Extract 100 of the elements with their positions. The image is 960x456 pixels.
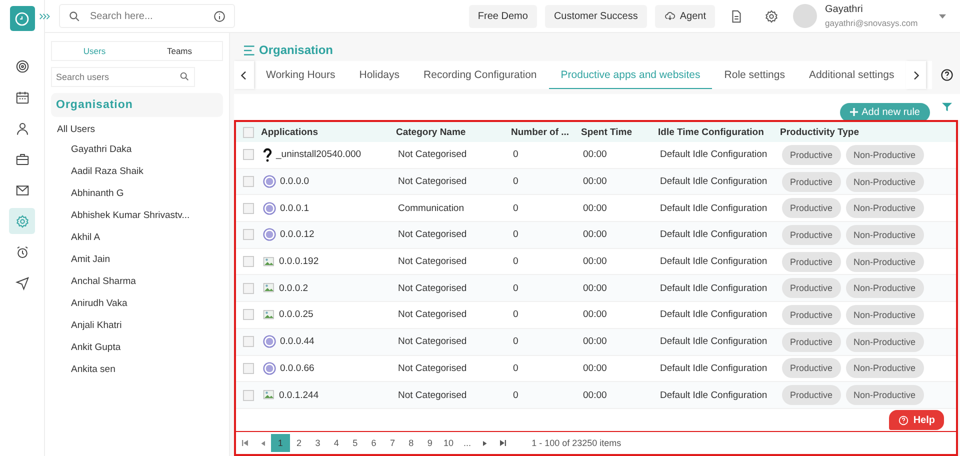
menu-icon[interactable] [244,44,256,56]
table-cell: 0.0.0.25 [279,309,314,320]
user-item[interactable]: Ankita sen [51,359,223,381]
tab[interactable]: Recording Configuration [412,61,549,89]
productivity-button[interactable]: Productive [782,358,841,378]
caret-icon[interactable] [939,14,946,18]
column-header[interactable]: Spent Time [581,126,658,138]
user-item[interactable]: Aadil Raza Shaik [51,161,223,183]
header-button[interactable]: Free Demo [468,4,537,28]
checkbox[interactable] [243,336,254,348]
chevron-right-icon [913,70,920,80]
productivity-button[interactable]: Non-Productive [846,332,924,352]
column-header[interactable]: Applications [261,126,396,138]
table-cell-text: 00:00 [583,309,608,320]
productivity-button[interactable]: Non-Productive [846,304,924,325]
productivity-button[interactable]: Productive [782,385,841,406]
checkbox[interactable] [243,390,254,401]
page-button[interactable]: 6 [364,434,384,452]
productivity-button[interactable]: Productive [782,278,841,298]
settings-icon[interactable] [764,8,779,24]
column-header[interactable]: Category Name [396,126,511,138]
user-item[interactable]: Akhil A [51,227,223,249]
checkbox[interactable] [243,362,254,374]
first-page-icon[interactable] [242,440,248,446]
productivity-button[interactable]: Productive [782,172,841,192]
column-header[interactable]: Productivity Type [780,126,956,138]
tab[interactable]: Holidays [347,61,412,89]
table-cell-text: 00:00 [583,336,608,348]
checkbox[interactable] [243,149,254,160]
productivity-button[interactable]: Productive [782,252,841,272]
group-item[interactable]: All Users [51,117,223,139]
tab[interactable]: Role settings [712,61,797,89]
productivity-button[interactable]: Non-Productive [846,358,924,378]
productivity-button[interactable]: Productive [782,144,841,165]
table-cell-text: 00:00 [583,149,608,160]
column-header[interactable]: Number of ... [511,126,581,138]
page-title: Organisation [259,43,334,57]
search-field[interactable]: Search here... [59,4,235,28]
productivity-button[interactable]: Productive [782,332,841,352]
table-cell-text: Not Categorised [398,390,468,401]
productivity-button[interactable]: Non-Productive [846,144,924,165]
user-item[interactable]: Anirudh Vaka [51,293,223,315]
table-cell-text: Not Categorised [398,336,468,348]
search-field[interactable]: Search users [51,67,195,87]
tab[interactable]: Additional settings [796,61,906,89]
page-button[interactable]: 5 [346,434,364,452]
table-cell-text: 00:00 [583,282,608,294]
page-button[interactable]: 9 [420,434,440,452]
checkbox[interactable] [243,282,254,294]
column-header[interactable]: Idle Time Configuration [658,126,780,138]
page-button[interactable]: ... [458,434,477,452]
productivity-button[interactable]: Non-Productive [846,278,924,298]
productivity-button[interactable]: Non-Productive [846,198,924,218]
productivity-button[interactable]: Productive [782,304,841,325]
user-item[interactable]: Ankit Gupta [51,337,223,359]
user-name: Gayathri [825,4,864,15]
help-button[interactable]: Help [889,410,944,430]
expand-icon[interactable] [39,12,51,20]
search-icon [68,10,81,23]
productivity-button[interactable]: Non-Productive [846,172,924,192]
table-cell-text: 0 [513,149,520,160]
scroll-left-button[interactable] [234,61,254,89]
page-button[interactable]: 8 [402,434,420,452]
tab[interactable]: Working Hours [254,61,348,89]
productivity-button[interactable]: Productive [782,224,841,245]
filter-icon[interactable] [942,102,952,112]
last-page-icon[interactable] [500,440,506,446]
checkbox[interactable] [243,202,254,214]
checkbox[interactable] [243,176,254,188]
previous-page-icon[interactable] [260,440,265,446]
checkbox[interactable] [243,229,254,240]
productivity-button[interactable]: Non-Productive [846,385,924,406]
user-item[interactable]: Anchal Sharma [51,271,223,293]
checkbox[interactable] [243,256,254,268]
checkbox[interactable] [243,126,254,138]
productivity-button[interactable]: Non-Productive [846,224,924,245]
info-icon[interactable] [213,10,226,23]
user-item[interactable]: Abhinanth G [51,183,223,205]
productivity-button[interactable]: Productive [782,198,841,218]
page-button[interactable]: 4 [327,434,346,452]
header-button[interactable]: Customer Success [544,4,647,28]
productivity-button[interactable]: Non-Productive [846,252,924,272]
scroll-right-button[interactable] [906,61,926,89]
page-button[interactable]: 1 [271,434,290,452]
table-cell-text: Default Idle Configuration [660,149,768,160]
header-button[interactable]: Agent [654,4,715,28]
user-item[interactable]: Abhishek Kumar Shrivastv... [51,205,223,227]
broken-image-icon [263,389,275,402]
page-button[interactable]: 7 [383,434,402,452]
table-cell-text: Communication [398,202,465,214]
page-button[interactable]: 2 [290,434,308,452]
user-item[interactable]: Amit Jain [51,249,223,271]
page-button[interactable]: 10 [439,434,458,452]
checkbox[interactable] [243,309,254,320]
page-button[interactable]: 3 [308,434,328,452]
user-item[interactable]: Gayathri Daka [51,139,223,161]
user-item[interactable]: Anjali Khatri [51,315,223,337]
next-page-icon[interactable] [482,440,488,446]
sidebar-tab[interactable]: Teams [137,46,222,56]
help-icon[interactable] [940,68,954,82]
